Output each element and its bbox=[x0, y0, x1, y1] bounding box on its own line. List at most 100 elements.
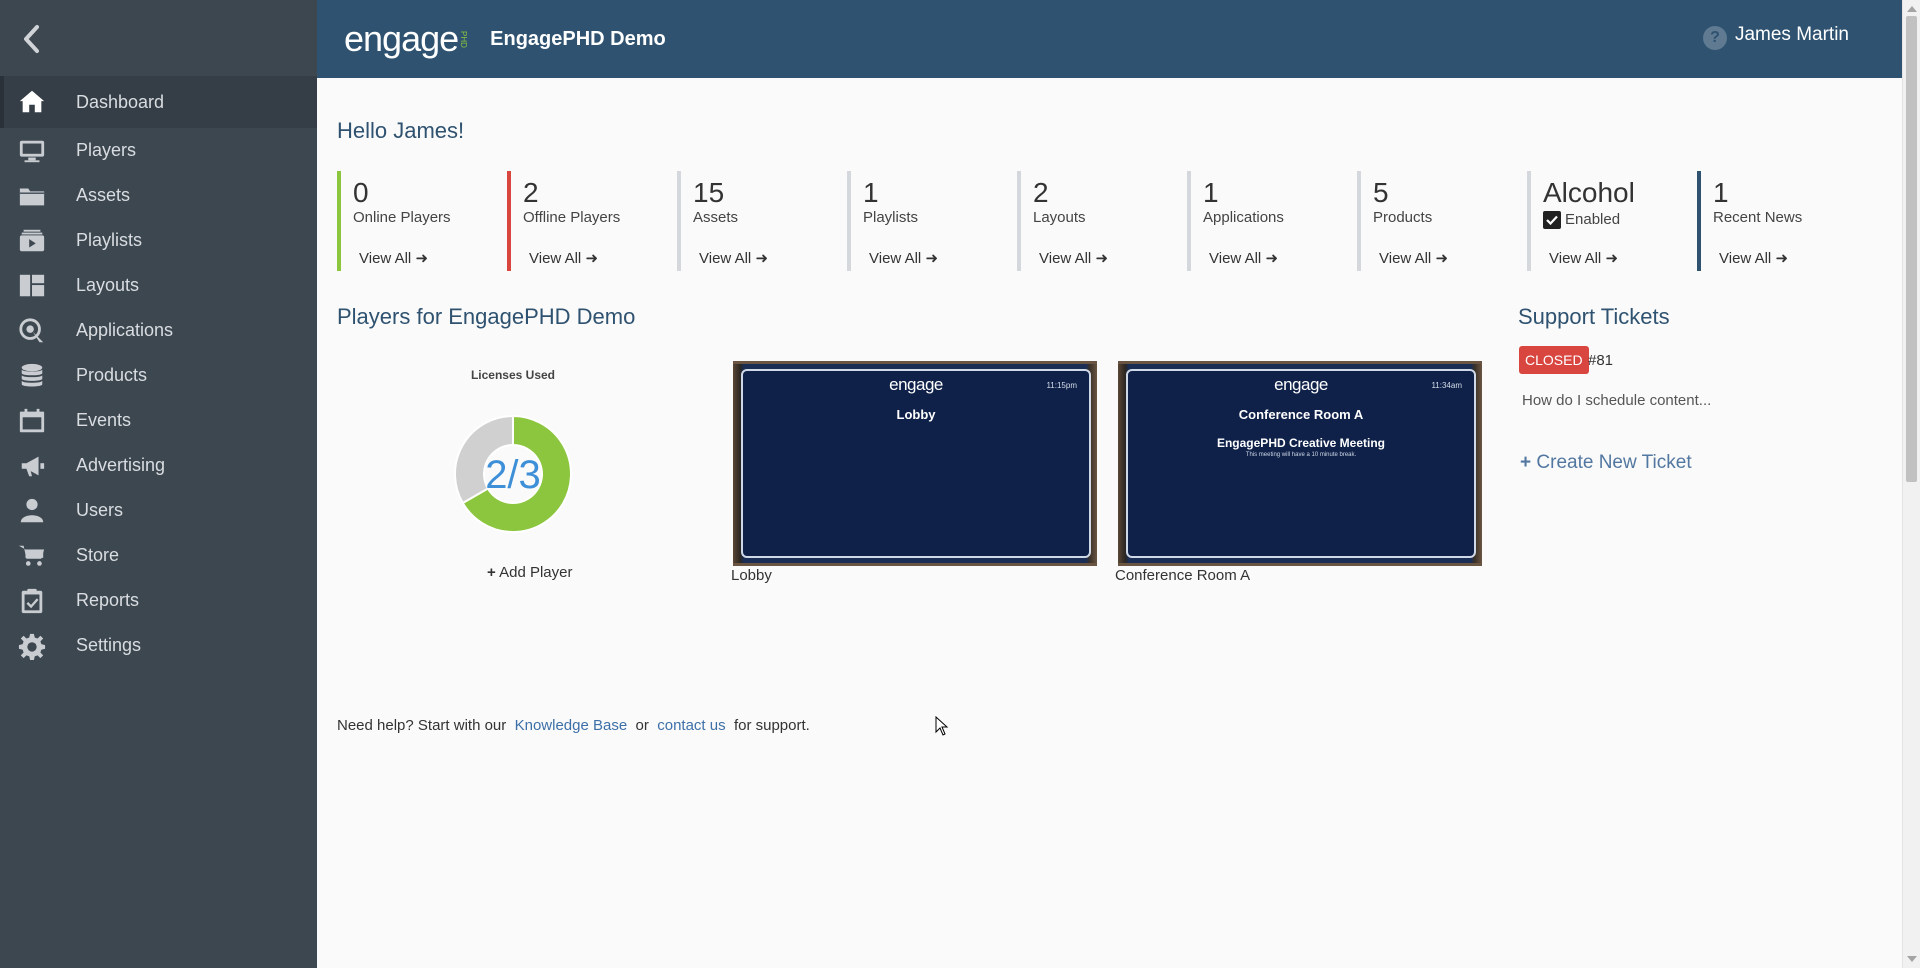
screen-note: This meeting will have a 10 minute break… bbox=[1245, 452, 1357, 458]
scrollbar-thumb[interactable] bbox=[1906, 16, 1917, 482]
engage-logo[interactable]: engage PHD bbox=[344, 18, 468, 60]
players-section-title: Players for EngagePHD Demo bbox=[337, 304, 636, 329]
add-player-button[interactable]: + Add Player bbox=[487, 564, 572, 581]
sidebar-item-settings[interactable]: Settings bbox=[0, 618, 317, 673]
view-all-link[interactable]: View All ➜ bbox=[699, 249, 768, 267]
stat-value: 5 bbox=[1373, 177, 1389, 208]
view-all-link[interactable]: View All ➜ bbox=[529, 249, 598, 267]
screen-display: engage 11:15pm Lobby bbox=[741, 369, 1091, 558]
sidebar-item-label: Store bbox=[76, 545, 120, 565]
scroll-up-arrow-icon[interactable] bbox=[1907, 6, 1917, 12]
knowledge-base-link[interactable]: Knowledge Base bbox=[515, 717, 628, 734]
sidebar-item-label: Settings bbox=[76, 635, 142, 655]
stat-label: Applications bbox=[1203, 209, 1284, 226]
plus-icon: + bbox=[1520, 452, 1532, 473]
view-all-link[interactable]: View All ➜ bbox=[1719, 249, 1788, 267]
licenses-title: Licenses Used bbox=[470, 368, 556, 382]
arrow-right-icon: ➜ bbox=[925, 250, 939, 267]
arrow-right-icon: ➜ bbox=[585, 250, 599, 267]
stats-row: 0 Online Players View All ➜ 2 Offline Player… bbox=[337, 171, 1867, 271]
sidebar-item-label: Playlists bbox=[76, 230, 143, 250]
contact-us-link[interactable]: contact us bbox=[657, 717, 725, 734]
view-all-link[interactable]: View All ➜ bbox=[1549, 249, 1618, 267]
player-label-lobby[interactable]: Lobby bbox=[731, 567, 772, 584]
player-label-conference-room-a[interactable]: Conference Room A bbox=[1115, 567, 1250, 584]
ticket-status-badge: CLOSED bbox=[1519, 346, 1589, 374]
stat-card-recent-news: 1 Recent News View All ➜ bbox=[1697, 171, 1867, 271]
arrow-right-icon: ➜ bbox=[1435, 250, 1449, 267]
stat-label: Products bbox=[1373, 209, 1433, 226]
view-all-label: View All bbox=[529, 250, 582, 267]
cart-icon bbox=[16, 542, 48, 570]
stat-label: Online Players bbox=[353, 209, 451, 226]
stat-label: Offline Players bbox=[523, 209, 621, 226]
stat-value: 2 bbox=[523, 177, 539, 208]
stat-card-layouts: 2 Layouts View All ➜ bbox=[1017, 171, 1187, 271]
player-preview-lobby[interactable]: engage 11:15pm Lobby bbox=[733, 361, 1097, 566]
view-all-link[interactable]: View All ➜ bbox=[359, 249, 428, 267]
sidebar-item-label: Reports bbox=[76, 590, 140, 610]
scroll-down-arrow-icon[interactable] bbox=[1907, 956, 1917, 962]
mouse-cursor-icon bbox=[935, 716, 949, 736]
stat-card-applications: 1 Applications View All ➜ bbox=[1187, 171, 1357, 271]
sidebar: Dashboard Players Assets Playlists Layouts Ap… bbox=[0, 0, 317, 968]
donut-center-text: 2/3 bbox=[485, 453, 541, 497]
user-icon bbox=[16, 497, 48, 525]
arrow-right-icon: ➜ bbox=[755, 250, 769, 267]
support-tickets-title: Support Tickets bbox=[1518, 304, 1670, 329]
screen-title: Conference Room A bbox=[1238, 407, 1364, 422]
help-footer: Need help? Start with our Knowledge Base… bbox=[337, 717, 810, 734]
sidebar-item-label: Dashboard bbox=[76, 91, 165, 112]
stat-card-playlists: 1 Playlists View All ➜ bbox=[847, 171, 1017, 271]
logo-subtext: PHD bbox=[459, 30, 469, 48]
sidebar-item-dashboard[interactable]: Dashboard bbox=[0, 76, 317, 128]
stat-value: 1 bbox=[1203, 177, 1219, 208]
screen-time: 11:34am bbox=[1431, 381, 1462, 390]
arrow-right-icon: ➜ bbox=[1265, 250, 1279, 267]
megaphone-icon bbox=[16, 452, 48, 480]
stat-card-products: 5 Products View All ➜ bbox=[1357, 171, 1527, 271]
screen-logo: engage bbox=[889, 375, 943, 394]
sidebar-item-label: Products bbox=[76, 365, 148, 385]
view-all-label: View All bbox=[869, 250, 922, 267]
stat-card-online-players: 0 Online Players View All ➜ bbox=[337, 171, 507, 271]
help-icon[interactable]: ? bbox=[1703, 26, 1727, 50]
ticket-number: #81 bbox=[1588, 352, 1614, 369]
page-scrollbar[interactable] bbox=[1902, 0, 1920, 968]
sidebar-item-label: Advertising bbox=[76, 455, 166, 475]
sidebar-item-label: Layouts bbox=[76, 275, 140, 295]
stat-value: 1 bbox=[1713, 177, 1729, 208]
sidebar-item-label: Players bbox=[76, 140, 137, 160]
stat-label: Playlists bbox=[863, 209, 919, 226]
folder-icon bbox=[16, 182, 48, 210]
view-all-label: View All bbox=[1379, 250, 1432, 267]
view-all-label: View All bbox=[1719, 250, 1772, 267]
plus-icon: + bbox=[487, 564, 496, 581]
applications-icon bbox=[16, 317, 48, 345]
create-new-ticket-button[interactable]: + Create New Ticket bbox=[1520, 452, 1692, 474]
help-prefix: Need help? Start with our bbox=[337, 717, 507, 734]
gear-icon bbox=[16, 632, 48, 660]
sidebar-header bbox=[0, 0, 317, 78]
clipboard-icon bbox=[16, 587, 48, 615]
screen-display: engage 11:34am Conference Room A EngageP… bbox=[1126, 369, 1476, 558]
view-all-label: View All bbox=[1209, 250, 1262, 267]
view-all-link[interactable]: View All ➜ bbox=[869, 249, 938, 267]
checkbox-checked-icon[interactable] bbox=[1543, 211, 1561, 230]
playlist-icon bbox=[16, 227, 48, 255]
user-menu[interactable]: James Martin bbox=[1735, 24, 1849, 46]
ticket-subject-link[interactable]: How do I schedule content... bbox=[1522, 392, 1711, 409]
view-all-link[interactable]: View All ➜ bbox=[1039, 249, 1108, 267]
screen-title: Lobby bbox=[896, 407, 936, 422]
view-all-label: View All bbox=[699, 250, 752, 267]
player-preview-conference-room-a[interactable]: engage 11:34am Conference Room A EngageP… bbox=[1118, 361, 1482, 566]
home-icon bbox=[16, 88, 48, 116]
help-or: or bbox=[635, 717, 649, 734]
collapse-sidebar-button[interactable] bbox=[22, 22, 44, 56]
view-all-label: View All bbox=[359, 250, 412, 267]
view-all-label: View All bbox=[1039, 250, 1092, 267]
view-all-link[interactable]: View All ➜ bbox=[1209, 249, 1278, 267]
view-all-link[interactable]: View All ➜ bbox=[1379, 249, 1448, 267]
greeting: Hello James! bbox=[337, 118, 465, 143]
stat-value: 1 bbox=[863, 177, 879, 208]
